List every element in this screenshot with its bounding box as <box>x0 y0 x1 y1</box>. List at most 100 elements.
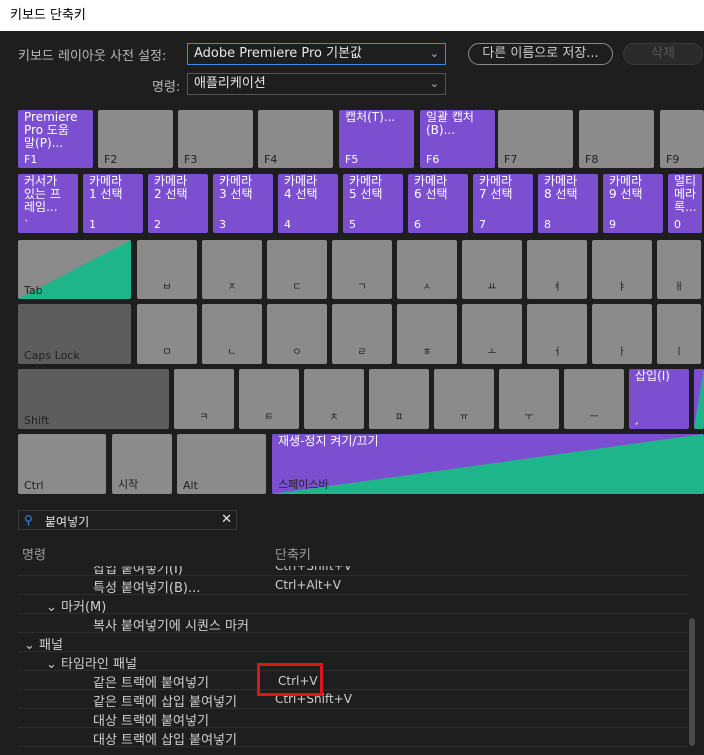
key-letter[interactable]: ㅋ <box>174 369 234 429</box>
shortcut-value[interactable]: Ctrl+Shift+V <box>275 566 352 573</box>
key-label: Shift <box>24 414 50 427</box>
key-caps-lock[interactable]: Caps Lock <box>18 304 131 364</box>
key-space[interactable]: 재생-정지 켜기/끄기 스페이스바 <box>272 434 704 494</box>
key-0[interactable]: 멀티 메라 록... 0 <box>668 174 702 233</box>
table-row[interactable]: 같은 트랙에 삽입 붙여넣기 Ctrl+Shift+V <box>18 690 688 710</box>
scrollbar[interactable] <box>688 566 696 750</box>
layout-preset-select[interactable]: Adobe Premiere Pro 기본값 ⌄ <box>187 43 446 65</box>
key-label: ㅎ <box>422 347 432 358</box>
key-letter[interactable]: ㅂ <box>137 240 197 299</box>
key-label: 시작 <box>118 478 139 491</box>
table-row[interactable]: ⌄ 패널 <box>18 633 688 653</box>
key-letter[interactable]: ㅈ <box>202 240 262 299</box>
key-letter[interactable]: ㄹ <box>332 304 392 364</box>
key-6[interactable]: 카메라 6 선택 6 <box>408 174 468 233</box>
key-letter[interactable]: ㅇ <box>267 304 327 364</box>
key-alt[interactable]: Alt <box>177 434 266 494</box>
command-name: ⌄ 패널 <box>24 638 63 653</box>
key-ctrl[interactable]: Ctrl <box>18 434 106 494</box>
key-letter[interactable]: ㅡ <box>564 369 624 429</box>
key-letter[interactable]: ㄷ <box>267 240 327 299</box>
key-label: Alt <box>183 479 198 492</box>
column-header-command[interactable]: 명령 <box>22 544 46 563</box>
key-label: ㅐ <box>674 282 684 293</box>
search-box[interactable]: ⚲ 붙여넣기 ✕ <box>18 510 237 530</box>
key-f8[interactable]: F8 <box>579 110 654 168</box>
key-4[interactable]: 카메라 4 선택 4 <box>278 174 338 233</box>
layout-preset-value: Adobe Premiere Pro 기본값 <box>194 46 363 61</box>
key-letter[interactable]: ㅓ <box>527 304 587 364</box>
key-comma[interactable]: 삽입(I), <box>629 369 689 429</box>
key-letter[interactable]: ㅗ <box>462 304 522 364</box>
table-row[interactable]: ⌄ 마커(M) <box>18 595 688 615</box>
key-period[interactable] <box>694 369 704 429</box>
key-letter[interactable]: ㄴ <box>202 304 262 364</box>
shortcut-list: 삽입 붙여넣기(I) Ctrl+Shift+V 특성 붙여넣기(B)... Ctrl+… <box>18 566 688 750</box>
key-label: F2 <box>104 153 118 166</box>
key-f3[interactable]: F3 <box>178 110 253 168</box>
key-letter[interactable]: ㅣ <box>657 304 701 364</box>
key-command: Premiere Pro 도움 말(P)... <box>24 110 78 150</box>
key-letter[interactable]: ㅑ <box>592 240 652 299</box>
key-f6[interactable]: 일괄 캡처 (B)... F6 <box>420 110 495 168</box>
key-letter[interactable]: ㅛ <box>462 240 522 299</box>
key-letter[interactable]: ㄱ <box>332 240 392 299</box>
key-letter[interactable]: ㅅ <box>397 240 457 299</box>
key-7[interactable]: 카메라 7 선택 7 <box>473 174 533 233</box>
key-command: 카메라 9 선택 <box>609 174 643 201</box>
key-letter[interactable]: ㅁ <box>137 304 197 364</box>
key-9[interactable]: 카메라 9 선택 9 <box>603 174 663 233</box>
delete-button[interactable]: 삭제 <box>623 43 703 65</box>
key-8[interactable]: 카메라 8 선택 8 <box>538 174 598 233</box>
key-f2[interactable]: F2 <box>98 110 173 168</box>
key-label: ` <box>24 218 30 231</box>
shortcut-value[interactable]: Ctrl+Alt+V <box>275 578 341 592</box>
key-label: ㅊ <box>329 412 339 423</box>
key-letter[interactable]: ㅜ <box>499 369 559 429</box>
key-f5[interactable]: 캡처(T)... F5 <box>339 110 414 168</box>
key-letter[interactable]: ㅏ <box>592 304 652 364</box>
key-f4[interactable]: F4 <box>258 110 333 168</box>
command-name: 대상 트랙에 붙여넣기 <box>93 714 209 729</box>
chevron-down-icon: ⌄ <box>429 47 439 60</box>
key-label: ㅍ <box>394 412 404 423</box>
table-row[interactable]: 대상 트랙에 붙여넣기 <box>18 709 688 729</box>
key-letter[interactable]: ㅊ <box>304 369 364 429</box>
key-f9[interactable]: F9 <box>660 110 704 168</box>
key-letter[interactable]: ㅕ <box>527 240 587 299</box>
table-row[interactable]: ⌄ 타임라인 패널 <box>18 652 688 672</box>
key-letter[interactable]: ㅠ <box>434 369 494 429</box>
table-row[interactable]: 삽입 붙여넣기(I) Ctrl+Shift+V <box>18 566 688 577</box>
key-letter[interactable]: ㅎ <box>397 304 457 364</box>
table-row[interactable]: 대상 트랙에 삽입 붙여넣기 <box>18 728 688 748</box>
key-letter[interactable]: ㅌ <box>239 369 299 429</box>
table-row[interactable]: 특성 붙여넣기(B)... Ctrl+Alt+V <box>18 576 688 596</box>
scrollbar-thumb[interactable] <box>689 618 695 746</box>
key-3[interactable]: 카메라 3 선택 3 <box>213 174 273 233</box>
key-letter[interactable]: ㅐ <box>657 240 701 299</box>
key-5[interactable]: 카메라 5 선택 5 <box>343 174 403 233</box>
column-header-shortcut[interactable]: 단축키 <box>275 544 311 563</box>
key-2[interactable]: 카메라 2 선택 2 <box>148 174 208 233</box>
table-row[interactable]: 같은 트랙에 붙여넣기 Ctrl+V <box>18 671 688 691</box>
key-tab[interactable]: Tab <box>18 240 131 299</box>
key-command: 카메라 3 선택 <box>219 174 253 201</box>
command-select[interactable]: 애플리케이션 ⌄ <box>187 73 446 95</box>
key-backtick[interactable]: 커서가 있는 프 레임... ` <box>18 174 78 233</box>
key-f1[interactable]: Premiere Pro 도움 말(P)... F1 <box>18 110 93 168</box>
save-as-button[interactable]: 다른 이름으로 저장... <box>468 43 613 65</box>
key-f7[interactable]: F7 <box>498 110 573 168</box>
key-command: 멀티 메라 록... <box>674 174 697 214</box>
key-label: ㅑ <box>617 282 627 293</box>
table-row[interactable]: 복사 붙여넣기에 시퀀스 마커 <box>18 614 688 634</box>
key-1[interactable]: 카메라 1 선택 1 <box>83 174 143 233</box>
command-name: ⌄ 타임라인 패널 <box>46 657 137 672</box>
search-input[interactable]: 붙여넣기 <box>45 513 89 530</box>
key-letter[interactable]: ㅍ <box>369 369 429 429</box>
key-shift[interactable]: Shift <box>18 369 169 429</box>
key-label: F5 <box>345 153 359 166</box>
clear-search-icon[interactable]: ✕ <box>221 512 232 527</box>
key-label: ㅁ <box>162 347 172 358</box>
key-start[interactable]: 시작 <box>112 434 172 494</box>
table-header: 명령 단축키 <box>18 544 704 564</box>
